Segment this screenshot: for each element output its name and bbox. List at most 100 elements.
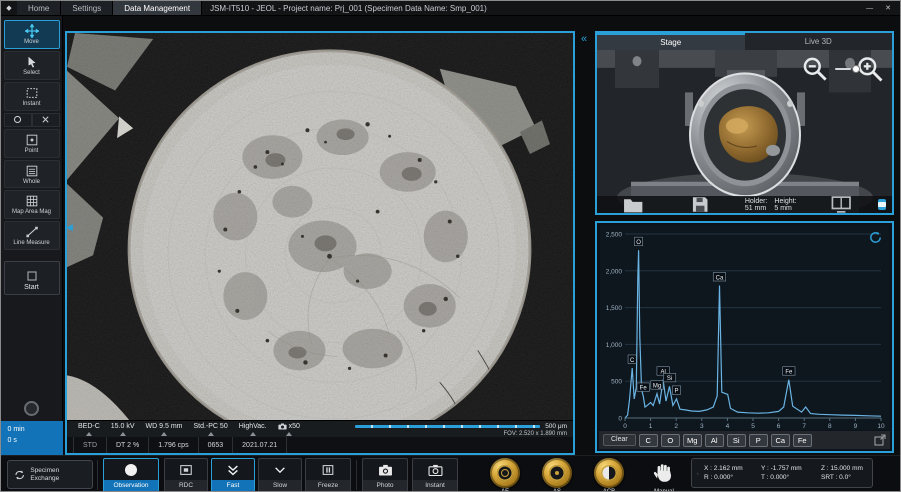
tool-whole[interactable]: Whole [4, 160, 60, 189]
save-icon[interactable] [670, 196, 730, 213]
specimen-exchange-label: Specimen Exchange [30, 467, 87, 481]
slow-scan-icon [273, 463, 287, 477]
shape-cross-button[interactable] [32, 113, 60, 127]
folder-icon[interactable] [603, 196, 663, 213]
vacuum-setting[interactable]: HighVac. [239, 423, 267, 436]
svg-text:P: P [674, 389, 678, 395]
tool-map-area-mag[interactable]: Map Area Mag [4, 190, 60, 219]
start-label: Start [24, 284, 39, 291]
split-view-icon[interactable] [811, 196, 871, 213]
stage-zoom-slider[interactable] [835, 68, 851, 70]
voltage-setting[interactable]: 15.0 kV [111, 423, 135, 436]
svg-text:0: 0 [623, 423, 627, 430]
tool-line-measure[interactable]: Line Measure [4, 221, 60, 250]
coordinates-grid: X : 2.162 mm Y : -1.757 mm Z : 15.000 mm… [704, 465, 867, 480]
svg-text:3: 3 [700, 423, 704, 430]
manual-adjust-button[interactable] [642, 458, 686, 488]
stage-y-value: Y : -1.757 mm [761, 465, 821, 472]
rdc-button[interactable]: RDC [164, 458, 208, 492]
auto-contrast-brightness-button[interactable] [594, 458, 624, 488]
magnification-setting[interactable]: x50 [278, 423, 300, 436]
tool-label: Instant [22, 101, 40, 108]
element-button-al[interactable]: Al [705, 434, 724, 447]
slow-scan-button[interactable]: Slow [258, 458, 302, 492]
stage-position-icon [697, 466, 699, 481]
sem-image [67, 33, 573, 420]
instant-label: Instant [413, 480, 457, 491]
svg-text:5: 5 [751, 423, 755, 430]
auto-focus-label: AF [490, 489, 520, 492]
tool-move[interactable]: Move [4, 20, 60, 49]
auto-focus-button[interactable] [490, 458, 520, 488]
detector-setting[interactable]: BED-C [78, 423, 100, 436]
probe-current-setting[interactable]: Std.-PC 50 [193, 423, 227, 436]
up-triangle-icon [120, 432, 126, 436]
image-status-bar2: STD DT 2 % 1.796 cps 0653 2021.07.21 [67, 437, 573, 453]
stage-z-value: Z : 15.000 mm [821, 465, 867, 472]
clear-spectrum-button[interactable]: Clear [603, 434, 636, 446]
sem-image-view[interactable] [67, 33, 573, 420]
tool-label: Whole [23, 179, 40, 186]
freeze-button[interactable]: Freeze [305, 458, 351, 492]
element-button-ca[interactable]: Ca [771, 434, 790, 447]
eds-spectrum-chart[interactable]: 05001,0001,5002,0002,500012345678910COFe… [600, 226, 889, 430]
zoom-out-icon[interactable] [801, 55, 830, 84]
minimize-button[interactable]: — [866, 5, 873, 12]
eds-spectrum-plot: 05001,0001,5002,0002,500012345678910COFe… [600, 226, 889, 430]
scale-label: 500 μm [545, 423, 567, 430]
camera-icon [278, 423, 287, 430]
tab-stage[interactable]: Stage [597, 33, 745, 50]
element-button-fe[interactable]: Fe [793, 434, 812, 447]
wd-setting[interactable]: WD 9.5 mm [146, 423, 183, 436]
svg-text:Fe: Fe [640, 386, 648, 392]
stage-capture-button[interactable] [878, 199, 886, 210]
close-button[interactable]: ✕ [885, 4, 891, 12]
cursor-icon [25, 55, 39, 69]
svg-text:9: 9 [854, 423, 858, 430]
fast-scan-button[interactable]: Fast [211, 458, 255, 492]
zoom-in-icon[interactable] [856, 55, 885, 84]
specimen-exchange-button[interactable]: Specimen Exchange [7, 460, 93, 489]
observation-button[interactable]: Observation [103, 458, 159, 492]
photo-label: Photo [363, 480, 407, 491]
sidebar-collapse-arrow[interactable]: ◀ [66, 223, 73, 232]
spectrum-popup-icon[interactable] [874, 434, 886, 446]
tool-instant[interactable]: Instant [4, 82, 60, 111]
element-button-p[interactable]: P [749, 434, 768, 447]
up-triangle-icon [208, 432, 214, 436]
instant-region-icon [25, 86, 39, 100]
start-acquisition-button[interactable]: Start [4, 261, 60, 295]
vacuum-value: HighVac. [239, 423, 267, 430]
instant-capture-button[interactable]: Instant [412, 458, 458, 492]
svg-text:1,000: 1,000 [606, 342, 623, 349]
svg-text:Fe: Fe [785, 370, 793, 376]
spectrum-refresh-icon[interactable] [868, 230, 883, 245]
tab-home[interactable]: Home [17, 1, 61, 15]
line-measure-icon [25, 225, 39, 239]
element-button-row: Clear C O Mg Al Si P Ca Fe [599, 431, 890, 449]
svg-text:2,000: 2,000 [606, 268, 623, 275]
tool-point[interactable]: Point [4, 129, 60, 158]
start-icon [26, 270, 38, 282]
point-analysis-icon [25, 133, 39, 147]
element-button-o[interactable]: O [661, 434, 680, 447]
auto-stigmator-button[interactable] [542, 458, 572, 488]
stage-coordinates-panel[interactable]: X : 2.162 mm Y : -1.757 mm Z : 15.000 mm… [691, 458, 873, 488]
tool-select[interactable]: Select [4, 51, 60, 80]
element-button-c[interactable]: C [639, 434, 658, 447]
tab-live-3d[interactable]: Live 3D [745, 33, 893, 50]
photo-button[interactable]: Photo [362, 458, 408, 492]
element-button-si[interactable]: Si [727, 434, 746, 447]
freeze-label: Freeze [306, 480, 350, 491]
element-button-mg[interactable]: Mg [683, 434, 702, 447]
auto-contrast-brightness-icon [601, 465, 617, 481]
instant-camera-icon [428, 464, 443, 476]
deadtime-value: DT 2 % [107, 437, 149, 453]
shape-circle-button[interactable] [4, 113, 32, 127]
panel-collapse-arrows[interactable]: « [581, 34, 587, 45]
tab-settings[interactable]: Settings [61, 1, 113, 15]
tab-data-management[interactable]: Data Management [113, 1, 202, 15]
circle-icon [13, 115, 22, 124]
observation-icon [125, 464, 137, 476]
stage-camera-view[interactable]: Holder: 51 mm Height: 5 mm [597, 50, 892, 213]
